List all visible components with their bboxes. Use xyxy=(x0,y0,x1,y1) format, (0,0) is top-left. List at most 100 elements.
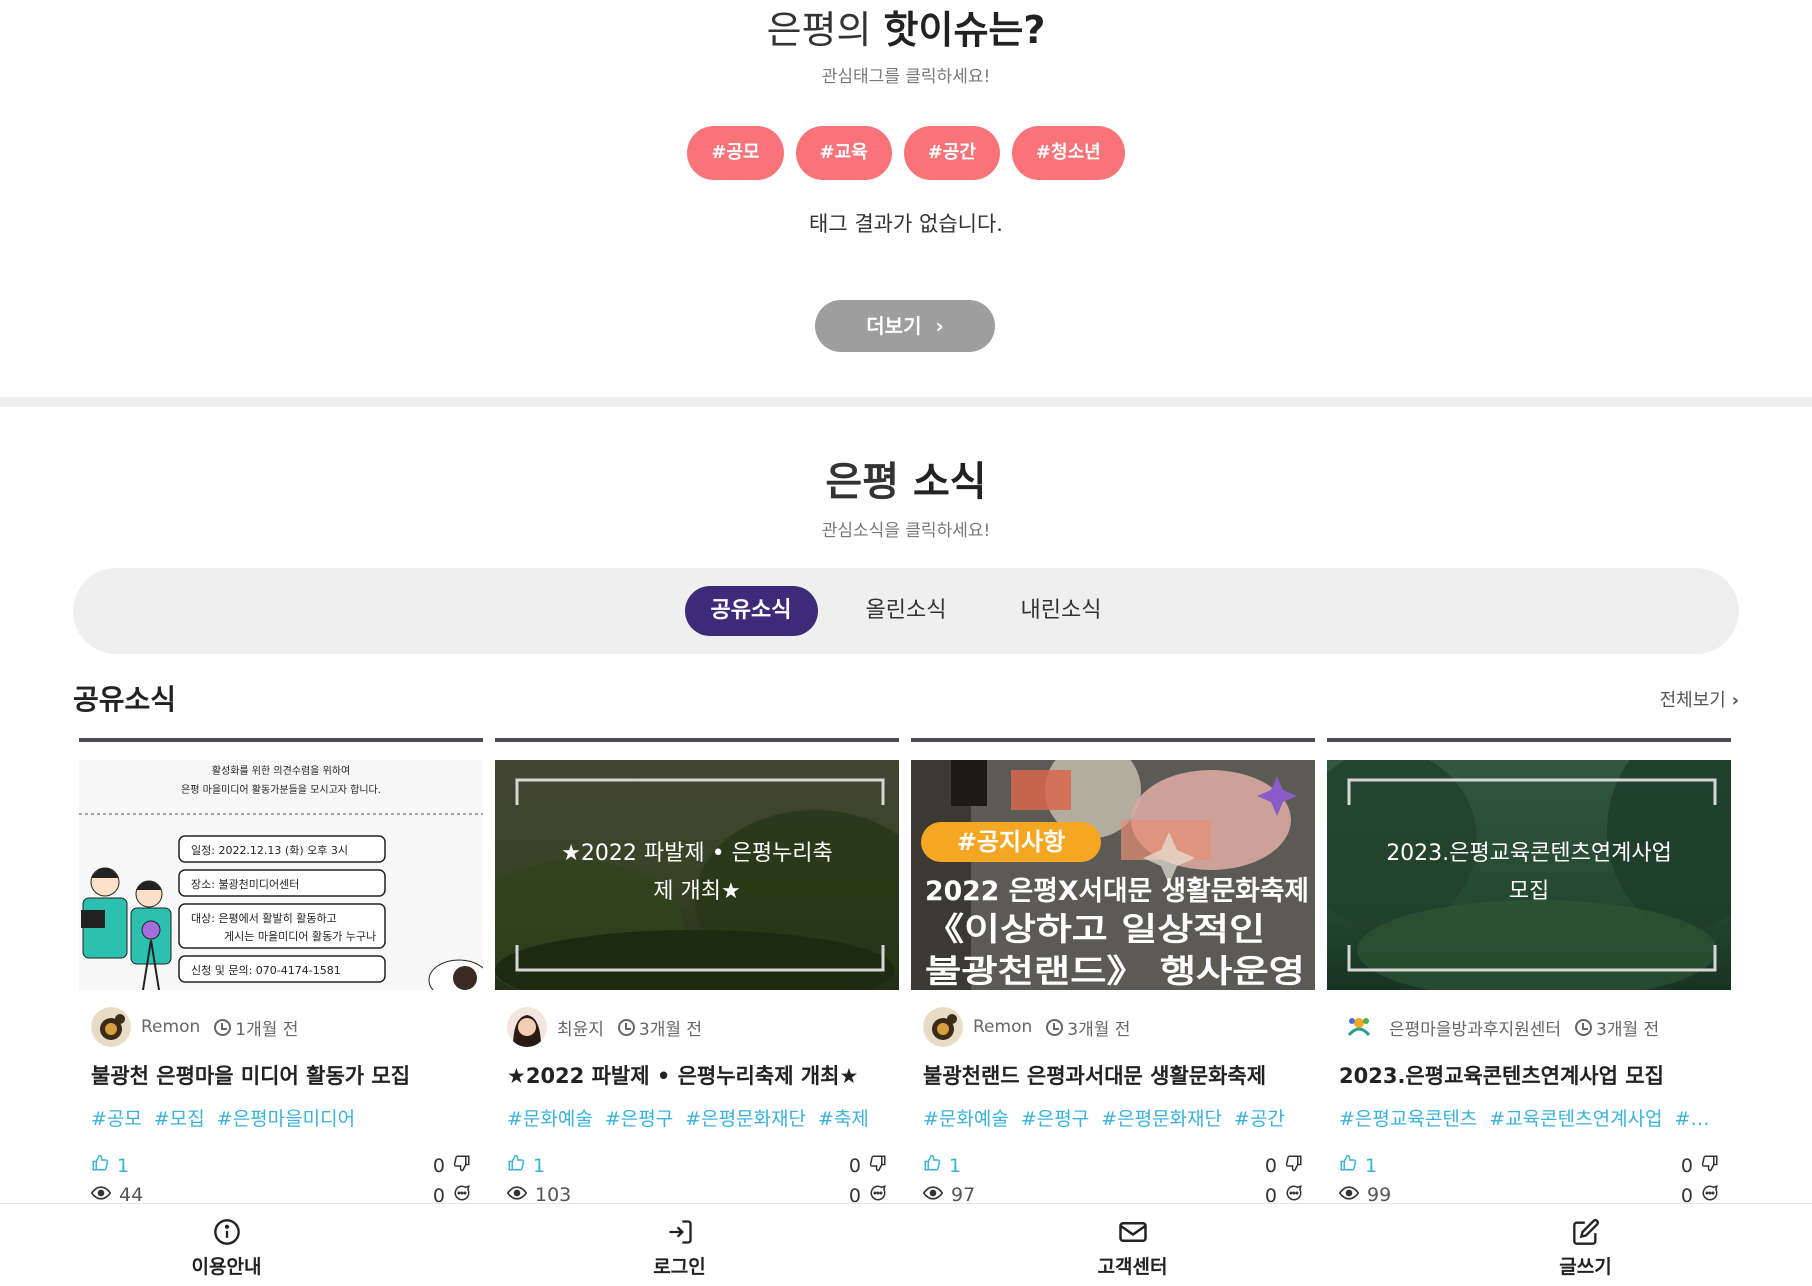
dislike-count-value: 0 xyxy=(848,1154,861,1177)
clock-icon xyxy=(617,1018,635,1036)
like-count[interactable]: 1 xyxy=(923,1154,961,1177)
hot-tag-education[interactable]: #교육 xyxy=(795,126,892,180)
dislike-count[interactable]: 0 xyxy=(1681,1154,1719,1177)
news-card: ★2022 파발제 • 은평누리축 제 개최★ 최윤지 3개월 전 ★2022 … xyxy=(495,738,899,1208)
hashtag[interactable]: #공모 xyxy=(91,1108,142,1130)
author-name[interactable]: 은평마을방과후지원센터 xyxy=(1389,1015,1561,1040)
thumbs-up-icon xyxy=(91,1154,109,1177)
hot-issue-subtitle: 관심태그를 클릭하세요! xyxy=(821,67,991,87)
card-hashtags: #은평교육콘텐츠 #교육콘텐츠연계사업 #모집 xyxy=(1339,1104,1719,1131)
hashtag[interactable]: #축제 xyxy=(818,1108,869,1130)
hashtag[interactable]: #은평문화재단 xyxy=(1101,1108,1222,1130)
card-title[interactable]: 불광천랜드 은평과서대문 생활문화축제 xyxy=(923,1060,1303,1090)
hashtag[interactable]: #은평구 xyxy=(1021,1108,1089,1130)
more-button[interactable]: 더보기 › xyxy=(815,300,995,352)
thumbs-down-icon xyxy=(869,1154,887,1177)
thumb-text: 은평 마을미디어 활동가분들을 모시고자 합니다. xyxy=(181,783,381,796)
hot-title-light: 은평의 xyxy=(766,8,884,52)
hashtag[interactable]: #은평문화재단 xyxy=(685,1108,806,1130)
hot-tag-space[interactable]: #공간 xyxy=(903,126,1000,180)
like-count-value: 1 xyxy=(949,1154,962,1177)
hashtag[interactable]: #공간 xyxy=(1234,1108,1285,1130)
nav-guide-label: 이용안내 xyxy=(191,1256,262,1278)
thumb-text: 활성화를 위한 의견수렴을 위하여 xyxy=(212,764,350,777)
post-time: 3개월 전 xyxy=(638,1019,703,1040)
login-icon xyxy=(453,1216,906,1248)
thumbs-down-icon xyxy=(1701,1154,1719,1177)
dislike-count[interactable]: 0 xyxy=(433,1154,471,1177)
hot-tag-contest[interactable]: #공모 xyxy=(687,126,784,180)
thumbs-up-icon xyxy=(507,1154,525,1177)
news-card-thumbnail[interactable]: ★2022 파발제 • 은평누리축 제 개최★ xyxy=(495,760,899,990)
news-card: 2023.은평교육콘텐츠연계사업 모집 은평마을방과후지원센터 3개월 전 20… xyxy=(1327,738,1731,1208)
author-name[interactable]: Remon xyxy=(973,1017,1032,1037)
view-all-label: 전체보기 xyxy=(1659,690,1726,711)
hot-title-bold: 핫이슈는? xyxy=(883,8,1046,52)
more-button-label: 더보기 xyxy=(866,314,922,338)
tab-posted-news[interactable]: 올린소식 xyxy=(840,586,973,636)
card-title[interactable]: ★2022 파발제 • 은평누리축제 개최★ xyxy=(507,1060,887,1090)
like-count[interactable]: 1 xyxy=(91,1154,129,1177)
avatar[interactable] xyxy=(91,1007,131,1047)
hashtag[interactable]: #문화예술 xyxy=(507,1108,593,1130)
news-card: 활성화를 위한 의견수렴을 위하여 은평 마을미디어 활동가분들을 모시고자 합… xyxy=(79,738,483,1208)
dislike-count-value: 0 xyxy=(1264,1154,1277,1177)
shared-news-header: 공유소식 전체보기 › xyxy=(73,672,1739,722)
hashtag[interactable]: #모집 xyxy=(154,1108,205,1130)
like-count-value: 1 xyxy=(533,1154,546,1177)
poster-media-recruit-image: 활성화를 위한 의견수렴을 위하여 은평 마을미디어 활동가분들을 모시고자 합… xyxy=(79,760,483,990)
nav-support-label: 고객센터 xyxy=(1097,1256,1168,1278)
nav-support[interactable]: 고객센터 xyxy=(906,1204,1359,1286)
like-count-value: 1 xyxy=(117,1154,130,1177)
thumb-text: 신청 및 문의: 070-4174-1581 xyxy=(191,964,341,977)
festival-poster-image: #공지사항 2022 은평X서대문 생활문화축제 《이상하고 일상적인 불광천랜… xyxy=(911,760,1315,990)
hashtag[interactable]: #은평마을미디어 xyxy=(217,1108,355,1130)
dislike-count[interactable]: 0 xyxy=(849,1154,887,1177)
author-name[interactable]: 최윤지 xyxy=(557,1015,604,1040)
thumb-text: 모집 xyxy=(1509,879,1549,904)
dislike-count-value: 0 xyxy=(432,1154,445,1177)
tab-shared-news[interactable]: 공유소식 xyxy=(684,586,818,636)
like-count[interactable]: 1 xyxy=(1339,1154,1377,1177)
hashtag[interactable]: #은평구 xyxy=(605,1108,673,1130)
card-title[interactable]: 불광천 은평마을 미디어 활동가 모집 xyxy=(91,1060,471,1090)
hot-tag-list: #공모 #교육 #공간 #청소년 xyxy=(0,126,1812,180)
dislike-count-value: 0 xyxy=(1680,1154,1693,1177)
hot-tag-youth[interactable]: #청소년 xyxy=(1011,126,1125,180)
dislike-count[interactable]: 0 xyxy=(1265,1154,1303,1177)
card-title[interactable]: 2023.은평교육콘텐츠연계사업 모집 xyxy=(1339,1060,1719,1090)
hashtag[interactable]: #문화예술 xyxy=(923,1108,1009,1130)
info-icon xyxy=(0,1216,453,1248)
tab-removed-news[interactable]: 내린소식 xyxy=(994,586,1127,636)
news-card-thumbnail[interactable]: #공지사항 2022 은평X서대문 생활문화축제 《이상하고 일상적인 불광천랜… xyxy=(911,760,1315,990)
avatar[interactable] xyxy=(923,1007,963,1047)
post-time: 3개월 전 xyxy=(1067,1019,1131,1040)
hashtag[interactable]: #교육콘텐츠연계사업 xyxy=(1489,1108,1662,1130)
clock-icon xyxy=(1046,1018,1064,1036)
section-divider xyxy=(0,397,1812,407)
tag-empty-message: 태그 결과가 없습니다. xyxy=(809,212,1003,236)
news-card: #공지사항 2022 은평X서대문 생활문화축제 《이상하고 일상적인 불광천랜… xyxy=(911,738,1315,1208)
thumb-text: 《이상하고 일상적인 xyxy=(925,910,1265,948)
card-hashtags: #공모 #모집 #은평마을미디어 xyxy=(91,1104,471,1131)
chevron-right-icon: › xyxy=(1731,690,1739,711)
nav-write[interactable]: 글쓰기 xyxy=(1359,1204,1812,1286)
news-card-thumbnail[interactable]: 활성화를 위한 의견수렴을 위하여 은평 마을미디어 활동가분들을 모시고자 합… xyxy=(79,760,483,990)
news-card-thumbnail[interactable]: 2023.은평교육콘텐츠연계사업 모집 xyxy=(1327,760,1731,990)
thumbs-up-icon xyxy=(1339,1154,1357,1177)
forest-festival-image: ★2022 파발제 • 은평누리축 제 개최★ xyxy=(495,760,899,990)
like-count[interactable]: 1 xyxy=(507,1154,545,1177)
nav-guide[interactable]: 이용안내 xyxy=(0,1204,453,1286)
thumbs-down-icon xyxy=(453,1154,471,1177)
hashtag[interactable]: #모집 xyxy=(1675,1108,1719,1130)
card-meta: 최윤지 3개월 전 xyxy=(507,1005,702,1049)
view-all-link[interactable]: 전체보기 › xyxy=(1660,686,1739,712)
author-name[interactable]: Remon xyxy=(141,1017,200,1037)
clock-icon xyxy=(214,1018,232,1036)
thumb-text: 불광천랜드》 행사운영 xyxy=(925,952,1305,990)
hashtag[interactable]: #은평교육콘텐츠 xyxy=(1339,1108,1477,1130)
avatar[interactable] xyxy=(507,1007,547,1047)
news-tab-bar: 공유소식 올린소식 내린소식 xyxy=(73,568,1739,654)
avatar[interactable] xyxy=(1339,1007,1379,1047)
nav-login[interactable]: 로그인 xyxy=(453,1204,906,1286)
